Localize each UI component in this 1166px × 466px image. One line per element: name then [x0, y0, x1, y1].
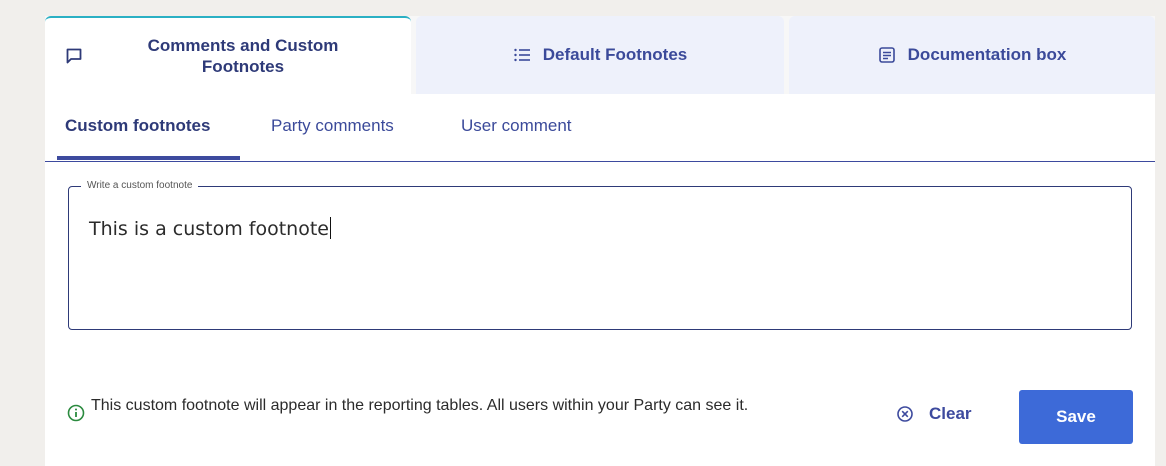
save-label: Save — [1056, 407, 1096, 426]
custom-footnote-value: This is a custom footnote — [89, 218, 329, 240]
clear-label: Clear — [929, 404, 972, 423]
tab-label: Comments and Custom Footnotes — [147, 36, 339, 76]
tab-documentation-box[interactable]: Documentation box — [789, 16, 1155, 94]
clear-button[interactable]: Clear — [895, 404, 972, 424]
custom-footnote-text[interactable]: This is a custom footnote — [89, 217, 332, 240]
subtab-custom-footnotes[interactable]: Custom footnotes — [65, 116, 210, 136]
text-cursor — [329, 217, 332, 239]
custom-footnote-field-label: Write a custom footnote — [81, 180, 199, 192]
tab-label: Default Footnotes — [542, 45, 688, 64]
main-tab-bar: Comments and Custom Footnotes Default Fo… — [45, 16, 1155, 94]
info-icon — [67, 404, 85, 422]
save-button[interactable]: Save — [1019, 390, 1133, 444]
sub-tab-bar: Custom footnotes Party comments User com… — [45, 94, 1155, 162]
subtab-user-comment[interactable]: User comment — [461, 116, 572, 136]
info-message: This custom footnote will appear in the … — [67, 396, 867, 422]
document-icon — [878, 46, 896, 64]
tab-default-footnotes[interactable]: Default Footnotes — [416, 16, 784, 94]
list-icon — [513, 46, 531, 64]
active-subtab-indicator — [57, 156, 240, 160]
tab-comments-and-custom-footnotes[interactable]: Comments and Custom Footnotes — [45, 16, 411, 94]
comment-icon — [65, 47, 83, 65]
subtab-party-comments[interactable]: Party comments — [271, 116, 394, 136]
clear-circle-icon — [895, 404, 915, 424]
custom-footnote-field[interactable]: Write a custom footnote This is a custom… — [68, 180, 1132, 330]
info-text: This custom footnote will appear in the … — [91, 397, 749, 414]
footnotes-panel: Comments and Custom Footnotes Default Fo… — [45, 16, 1155, 466]
tab-label: Documentation box — [907, 45, 1067, 64]
